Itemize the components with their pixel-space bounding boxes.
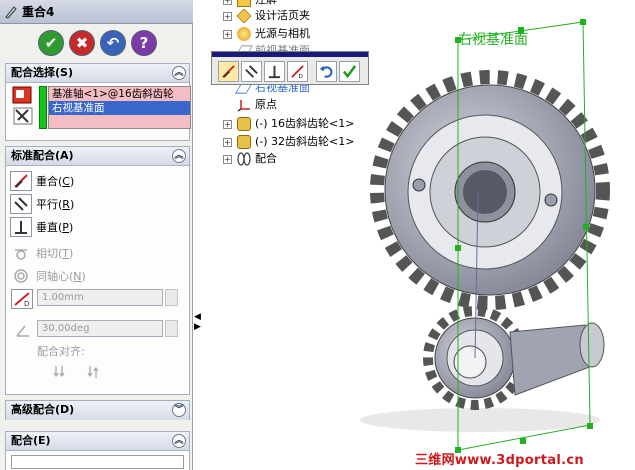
tangent-mate-button: 相切(T) [10,243,73,263]
undo-button[interactable]: ↶ [100,30,126,56]
mates-group: 配合(E) ︽ [5,431,190,470]
perpendicular-mate-button[interactable]: 垂直(P) [10,217,73,237]
property-manager: 重合4 ✔ ✖ ↶ ? 配合选择(S) ︽ 基准轴<1>@16齿斜齿轮 右视基准… [0,0,193,470]
mate-popup-toolbar: D [211,51,369,85]
tree-item-gear-16[interactable]: + (-) 16齿斜齿轮<1> [223,116,354,132]
expand-icon[interactable]: + [223,119,232,129]
mate-icon [5,6,17,19]
plane-label: 右视基准面 [458,32,528,48]
concentric-icon [10,266,32,286]
mate-selections-list[interactable]: 基准轴<1>@16齿斜齿轮 右视基准面 [48,86,191,129]
tree-item-mates[interactable]: + 配合 [223,151,277,167]
advanced-mates-group: 高级配合(D) ︾ [5,400,190,420]
watermark: 三维网www.3dportal.cn [415,453,584,468]
angle-spinner[interactable] [165,320,178,337]
list-item[interactable]: 右视基准面 [49,101,190,115]
expand-icon[interactable]: + [223,11,232,21]
pm-title-bar: 重合4 [0,0,193,24]
perpendicular-button[interactable] [264,61,285,82]
panel-splitter[interactable]: ◀ ▶ [194,300,202,340]
parallel-mate-button[interactable]: 平行(R) [10,194,74,214]
coincident-button[interactable] [218,61,239,82]
mates-header[interactable]: 配合(E) ︽ [6,432,189,451]
ground-shadow [360,408,600,432]
tangent-icon [10,243,32,263]
concentric-mate-button: 同轴心(N) [10,266,86,286]
parallel-button[interactable] [241,61,262,82]
check-icon: ✔ [44,34,58,52]
undo-icon [319,65,333,78]
selection-valid-indicator [39,86,47,129]
mates-icon [237,152,251,166]
expand-icon[interactable]: + [223,137,232,147]
svg-text:D: D [24,300,29,308]
parallel-icon [245,65,258,78]
aligned-icon [53,366,65,378]
toolbar-ok-button[interactable] [339,61,360,82]
check-icon [342,65,357,79]
angle-field[interactable]: 30.00deg [37,320,163,337]
distance-button[interactable]: D [287,61,308,82]
pm-action-buttons: ✔ ✖ ↶ ? [38,30,157,56]
feature-tree: + 注解 + 设计活页夹 + 光源与相机 前视基准面 右视基准面 原点 + (-… [205,0,405,180]
mate-selections-header[interactable]: 配合选择(S) ︽ [6,64,189,83]
chevron-down-icon[interactable]: ︾ [172,403,186,417]
standard-mates-header[interactable]: 标准配合(A) ︽ [6,147,189,166]
tree-item-design-binder[interactable]: + 设计活页夹 [223,8,310,24]
distance-icon: D [291,65,304,79]
pm-title: 重合4 [22,5,55,19]
part-icon [237,117,251,131]
help-icon: ? [139,34,149,52]
perpendicular-icon [268,65,281,79]
ok-button[interactable]: ✔ [38,30,64,56]
coincident-icon [10,171,32,191]
distance-spinner[interactable] [165,289,178,306]
parallel-icon [10,194,32,214]
list-item[interactable]: 基准轴<1>@16齿斜齿轮 [49,87,190,101]
perpendicular-icon [10,217,32,237]
gear-shaft[interactable] [509,322,605,396]
selection-filter-icon [12,86,33,125]
chevron-up-icon[interactable]: ︽ [172,434,186,448]
cancel-button[interactable]: ✖ [69,30,95,56]
undo-icon: ↶ [106,34,120,52]
toolbar-undo-button[interactable] [316,61,337,82]
x-icon: ✖ [75,34,89,52]
tree-item-origin[interactable]: 原点 [237,97,277,113]
angle-mate-icon [16,325,29,337]
distance-mate-icon[interactable]: D [11,289,33,309]
tree-item-gear-32[interactable]: + (-) 32齿斜齿轮<1> [223,134,354,150]
binder-icon [236,8,252,24]
coincident-icon [222,65,235,78]
chevron-up-icon[interactable]: ︽ [172,66,186,80]
part-icon [237,135,251,149]
alignment-label: 配合对齐: [37,345,85,358]
light-icon [237,27,251,41]
chevron-up-icon[interactable]: ︽ [172,149,186,163]
coincident-mate-button[interactable]: 重合(C) [10,171,74,191]
svg-text:D: D [298,74,302,79]
gear-32-teeth[interactable] [370,70,610,310]
expand-icon[interactable]: + [223,154,232,164]
help-button[interactable]: ? [131,30,157,56]
advanced-mates-header[interactable]: 高级配合(D) ︾ [6,401,189,420]
expand-icon[interactable]: + [223,29,232,39]
annotation-icon [237,0,251,7]
toolbar-grip[interactable] [212,52,368,57]
expand-icon[interactable]: + [223,0,232,5]
tree-item-annotations[interactable]: + 注解 [223,0,277,8]
distance-field[interactable]: 1.00mm [37,289,163,306]
mates-list[interactable] [11,455,184,469]
origin-icon [237,100,250,112]
tree-item-lights-cameras[interactable]: + 光源与相机 [223,26,310,42]
anti-aligned-icon [87,366,99,378]
